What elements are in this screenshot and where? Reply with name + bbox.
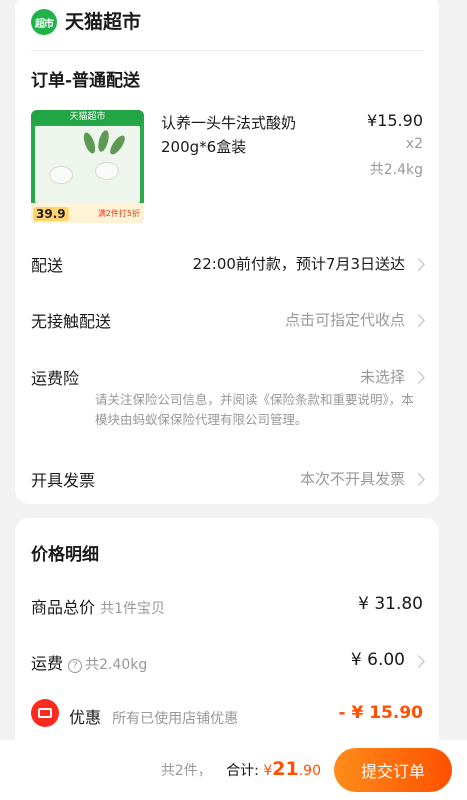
divider <box>31 50 423 51</box>
product-image-banner: 天猫超市 <box>31 110 144 124</box>
order-section-title: 订单-普通配送 <box>31 71 141 91</box>
item-count: 共2件， <box>160 763 212 779</box>
invoice-label: 开具发票 <box>31 471 96 490</box>
insurance-value: 未选择 <box>359 368 405 386</box>
order-card: 超市 天猫超市 订单-普通配送 天猫超市 39.9 满2件打5折 认养一头牛法式… <box>15 0 439 504</box>
goods-total-sub: 共1件宝贝 <box>100 601 166 617</box>
chevron-right-icon <box>412 473 425 486</box>
price-detail-title: 价格明细 <box>31 545 99 565</box>
goods-total-label-text: 商品总价 <box>31 598 96 617</box>
chevron-right-icon <box>412 371 425 384</box>
order-total: 共2件， 合计: ¥21.90 <box>161 758 321 780</box>
insurance-note: 请关注保险公司信息，并阅读《保险条款和重要说明》，本模块由蚂蚁保保险代理有限公司… <box>95 392 414 427</box>
product-image-price: 39.9 <box>33 207 69 221</box>
product-quantity: x2 <box>405 136 423 152</box>
yogurt-cup-graphic <box>95 162 119 180</box>
total-label: 合计: <box>226 763 259 779</box>
chevron-right-icon <box>412 314 425 327</box>
tmall-supermarket-logo: 超市 <box>31 9 57 35</box>
product-box-graphic <box>35 126 140 203</box>
total-amount: ¥21.90 <box>263 758 321 780</box>
goods-total-label: 商品总价 共1件宝贝 <box>31 594 165 618</box>
discount-value: - ¥ 15.90 <box>338 703 424 723</box>
price-detail-card: 价格明细 商品总价 共1件宝贝 ¥ 31.80 运费 ? 共2.40kg ¥ 6.… <box>15 518 439 758</box>
insurance-label: 运费险 <box>31 369 80 388</box>
total-integer: 21 <box>272 758 299 780</box>
chevron-right-icon <box>412 258 425 271</box>
yogurt-cup-graphic <box>49 166 73 184</box>
leaf-graphic <box>81 131 98 155</box>
product-name[interactable]: 认养一头牛法式酸奶200g*6盒装 <box>161 111 331 159</box>
discount-sub: 所有已使用店铺优惠 <box>112 711 239 727</box>
contactless-label: 无接触配送 <box>31 312 112 331</box>
product-image[interactable]: 天猫超市 39.9 满2件打5折 <box>31 110 144 223</box>
leaf-graphic <box>96 129 111 153</box>
goods-total-value: ¥ 31.80 <box>358 594 423 614</box>
shipping-label: 运费 ? 共2.40kg <box>31 650 147 674</box>
delivery-label: 配送 <box>31 256 64 275</box>
discount-label-text: 优惠 <box>69 708 102 727</box>
contactless-value: 点击可指定代收点 <box>284 311 405 329</box>
delivery-value: 22:00前付款，预计7月3日送达 <box>192 255 405 273</box>
product-price: ¥15.90 <box>367 111 423 130</box>
product-weight: 共2.4kg <box>369 162 423 178</box>
checkout-bar: 共2件， 合计: ¥21.90 提交订单 <box>0 740 467 800</box>
store-name[interactable]: 天猫超市 <box>65 9 141 35</box>
help-icon[interactable]: ? <box>68 659 83 673</box>
coupon-icon <box>31 699 59 727</box>
total-decimal: .90 <box>298 763 321 779</box>
shipping-weight: 共2.40kg <box>85 657 148 673</box>
invoice-value: 本次不开具发票 <box>299 470 405 488</box>
shipping-value: ¥ 6.00 <box>350 650 405 670</box>
currency-symbol: ¥ <box>263 763 273 779</box>
discount-label: 优惠 所有已使用店铺优惠 <box>69 704 238 728</box>
product-image-promo: 满2件打5折 <box>97 209 140 218</box>
shipping-label-text: 运费 <box>31 654 64 673</box>
chevron-right-icon <box>412 655 425 668</box>
submit-order-button[interactable]: 提交订单 <box>334 748 452 792</box>
leaf-graphic <box>107 133 128 157</box>
